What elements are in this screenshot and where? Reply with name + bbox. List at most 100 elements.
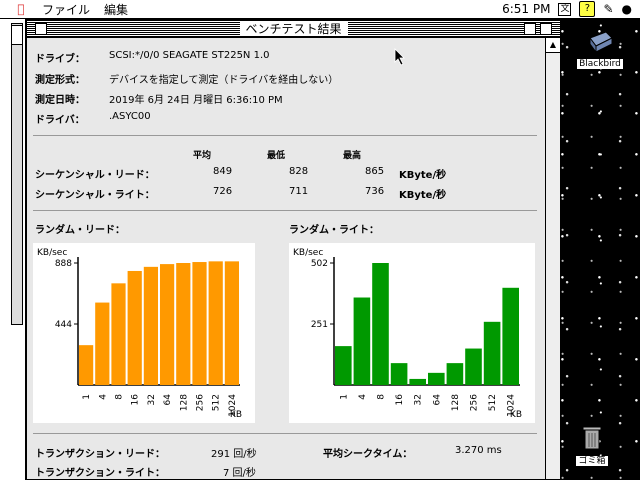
seq-write-label: シーケンシャル・ライト：	[35, 190, 155, 201]
seq-read-min: 828	[289, 166, 309, 177]
bar	[446, 363, 464, 385]
pencil-icon[interactable]: ✎	[603, 2, 613, 16]
seq-read-unit: KByte/秒	[399, 170, 447, 181]
x-tick-label: 32	[147, 394, 157, 405]
application-menu-icon[interactable]: ●	[622, 2, 632, 16]
random-write-label: ランダム・ライト：	[289, 225, 379, 236]
divider	[33, 210, 537, 211]
bar	[143, 266, 158, 385]
bar	[335, 346, 352, 385]
collapse-box-icon[interactable]	[540, 23, 552, 35]
col-header-max: 最高	[343, 151, 362, 161]
x-tick-label: 8	[377, 394, 387, 400]
x-tick-label: 4	[98, 394, 108, 400]
background-scroll-thumb[interactable]	[11, 25, 23, 45]
trash-icon[interactable]: ゴミ箱	[574, 424, 610, 466]
apple-menu-icon[interactable]: 	[14, 2, 28, 16]
x-tick-label: 256	[196, 394, 206, 411]
y-axis-label: KB/sec	[293, 248, 323, 258]
bar	[483, 321, 501, 385]
bar	[127, 270, 142, 385]
zoom-box-icon[interactable]	[524, 23, 536, 35]
col-header-avg: 平均	[193, 151, 212, 161]
driver-value: .ASYC00	[109, 111, 151, 122]
drive-label: ドライブ：	[35, 54, 85, 65]
format-value: デバイスを指定して測定（ドライバを経由しない）	[109, 75, 339, 86]
mouse-cursor-icon	[394, 48, 405, 66]
trash-label: ゴミ箱	[576, 456, 608, 466]
y-axis-label: KB/sec	[37, 248, 67, 258]
bar	[465, 348, 482, 385]
datetime-value: 2019年 6月 24日 月曜日 6:36:10 PM	[109, 95, 283, 106]
tx-write-value: 7 回/秒	[223, 468, 256, 479]
col-header-min: 最低	[267, 151, 286, 161]
vertical-scrollbar[interactable]: ▲	[545, 38, 560, 479]
bar	[353, 297, 371, 385]
bar	[224, 261, 239, 385]
x-tick-label: 4	[358, 394, 368, 400]
seq-read-label: シーケンシャル・リード：	[35, 170, 155, 181]
blackbird-label: Blackbird	[577, 59, 623, 69]
bar	[409, 378, 426, 385]
seq-write-avg: 726	[213, 186, 233, 197]
window-content: ドライブ： SCSI:*/0/0 SEAGATE ST225N 1.0 測定形式…	[27, 38, 545, 479]
menu-edit[interactable]: 編集	[104, 1, 128, 18]
background-window	[0, 19, 26, 480]
x-axis-label: KB	[510, 410, 522, 420]
x-tick-label: 8	[115, 394, 125, 400]
bar	[79, 345, 94, 385]
help-menu-icon[interactable]: ?	[579, 1, 596, 17]
blackbird-disk-icon[interactable]: Blackbird	[576, 28, 624, 69]
driver-label: ドライバ：	[35, 115, 85, 126]
tx-write-label: トランザクション・ライト：	[35, 468, 165, 479]
x-tick-label: 64	[163, 394, 173, 406]
divider	[33, 433, 537, 434]
clock[interactable]: 6:51 PM	[502, 2, 550, 16]
x-tick-label: 16	[395, 394, 405, 406]
ime-icon[interactable]: 文	[558, 2, 572, 16]
bar	[208, 261, 223, 385]
y-tick-label: 444	[55, 320, 72, 330]
format-label: 測定形式：	[35, 75, 85, 86]
tx-read-value: 291 回/秒	[211, 449, 257, 460]
seek-label: 平均シークタイム：	[323, 449, 413, 460]
random-read-label: ランダム・リード：	[35, 225, 125, 236]
divider	[33, 135, 537, 136]
x-tick-label: 16	[131, 394, 141, 406]
seq-write-unit: KByte/秒	[399, 190, 447, 201]
seq-write-max: 736	[365, 186, 385, 197]
x-tick-label: 128	[451, 394, 461, 411]
bar	[372, 263, 389, 385]
x-tick-label: 128	[179, 394, 189, 411]
bar	[176, 263, 191, 385]
seq-read-avg: 849	[213, 166, 233, 177]
window-title-bar[interactable]: ベンチテスト結果	[27, 21, 560, 38]
x-tick-label: 32	[414, 394, 424, 405]
drive-value: SCSI:*/0/0 SEAGATE ST225N 1.0	[109, 50, 270, 61]
bar	[160, 264, 175, 385]
seq-read-max: 865	[365, 166, 385, 177]
y-tick-label: 502	[311, 259, 328, 269]
x-tick-label: 64	[432, 394, 442, 406]
y-tick-label: 888	[55, 259, 72, 269]
y-tick-label: 251	[311, 320, 328, 330]
seek-value: 3.270 ms	[455, 445, 502, 456]
tx-read-label: トランザクション・リード：	[35, 449, 165, 460]
bar	[192, 262, 207, 385]
datetime-label: 測定日時：	[35, 95, 85, 106]
x-tick-label: 1	[339, 394, 349, 400]
bar	[95, 302, 110, 385]
background-scrollbar[interactable]	[11, 23, 23, 325]
scroll-up-arrow-icon[interactable]: ▲	[546, 38, 560, 53]
menu-file[interactable]: ファイル	[42, 1, 90, 18]
bar	[390, 363, 408, 385]
x-tick-label: 1	[82, 394, 92, 400]
bar	[428, 372, 445, 385]
bar	[111, 283, 126, 385]
window-title: ベンチテスト結果	[239, 22, 348, 36]
close-box-icon[interactable]	[35, 23, 47, 35]
seq-write-min: 711	[289, 186, 309, 197]
menu-bar:  ファイル 編集 6:51 PM 文 ? ✎ ●	[0, 0, 640, 19]
x-axis-label: KB	[230, 410, 242, 420]
trash-can-icon	[582, 426, 602, 450]
